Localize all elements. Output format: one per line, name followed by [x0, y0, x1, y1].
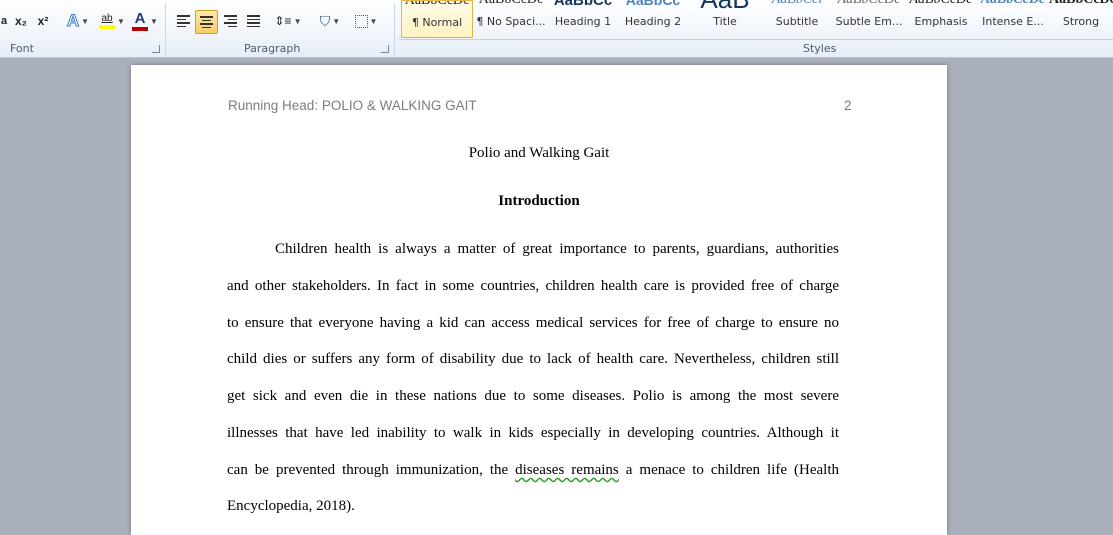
chevron-down-icon: ▼: [150, 16, 158, 26]
style-sample: AaBbCcl: [761, 0, 833, 8]
style-intense-emphasis[interactable]: AaBbCcDc Intense E...: [977, 0, 1049, 38]
paragraph-text: can be prevented through immunization, t…: [227, 462, 516, 478]
subscript-icon: x₂: [14, 14, 27, 28]
style-name: Intense E...: [982, 15, 1044, 28]
style-title[interactable]: AaB Title: [689, 0, 761, 38]
styles-group-label: Styles: [803, 42, 837, 55]
line-spacing-icon: ⇕≡: [274, 14, 292, 28]
subscript-button[interactable]: x₂: [12, 10, 30, 32]
paragraph-line[interactable]: child dies or suffers any form of disabi…: [227, 350, 839, 368]
highlighter-icon: ab: [99, 13, 116, 29]
text-effects-icon: A: [66, 11, 80, 31]
style-heading-1[interactable]: AaBbCc Heading 1: [547, 0, 619, 38]
group-divider: [394, 3, 395, 55]
style-sample: AaBbCc: [553, 0, 613, 9]
style-name: Strong: [1062, 15, 1100, 28]
style-emphasis[interactable]: AaBbCcDc Emphasis: [905, 0, 977, 38]
text-effects-button[interactable]: A ▼: [64, 10, 92, 32]
style-sample: AaBbCcDc: [905, 0, 977, 8]
shading-button[interactable]: ⛉ ▼: [314, 10, 346, 32]
style-name: Title: [713, 15, 737, 28]
style-sample: AaB: [689, 0, 761, 15]
font-color-button[interactable]: A ▼: [130, 10, 160, 32]
align-center-icon: [200, 16, 213, 28]
align-right-icon: [223, 15, 237, 27]
style-name: ¶ No Spaci...: [476, 15, 546, 28]
paragraph-group-label: Paragraph: [244, 42, 301, 55]
chevron-down-icon: ▼: [369, 16, 378, 26]
superscript-icon: x²: [37, 14, 49, 28]
paragraph-line[interactable]: Children health is always a matter of gr…: [275, 240, 839, 258]
align-left-button[interactable]: [173, 10, 193, 32]
style-name: Heading 2: [624, 15, 682, 28]
style-sample: AaBbCc: [625, 0, 681, 8]
style-name: Subtle Em...: [835, 15, 903, 28]
font-dialog-launcher[interactable]: [152, 45, 160, 53]
styles-gallery: AaBbCcDc ¶ Normal AaBbCcDc ¶ No Spaci...…: [399, 0, 1113, 40]
paragraph-line[interactable]: Encyclopedia, 2018).: [227, 497, 839, 515]
style-sample: AaBbCcDc: [404, 0, 470, 8]
style-heading-2[interactable]: AaBbCc Heading 2: [617, 0, 689, 38]
page-number[interactable]: 2: [844, 98, 852, 113]
line-spacing-button[interactable]: ⇕≡ ▼: [274, 10, 302, 32]
paragraph-line[interactable]: and other stakeholders. In fact in some …: [227, 277, 839, 295]
superscript-button[interactable]: x²: [34, 10, 52, 32]
paragraph-text: a menace to children life (Health: [618, 462, 839, 478]
style-sample: AaBbCcDc: [475, 0, 547, 8]
style-sample: AaBbCcDc: [977, 0, 1049, 8]
chevron-down-icon: ▼: [81, 16, 90, 26]
style-sample: AaBbCcDc: [833, 0, 905, 8]
paragraph-dialog-launcher[interactable]: [381, 45, 389, 53]
document-page[interactable]: Running Head: POLIO & WALKING GAIT 2 Pol…: [131, 65, 947, 535]
document-title[interactable]: Polio and Walking Gait: [131, 145, 947, 162]
style-subtle-emphasis[interactable]: AaBbCcDc Subtle Em...: [833, 0, 905, 38]
style-name: Subtitle: [775, 15, 819, 28]
paragraph-line[interactable]: get sick and even die in these nations d…: [227, 387, 839, 405]
running-head[interactable]: Running Head: POLIO & WALKING GAIT: [228, 98, 477, 113]
center-button[interactable]: [195, 10, 218, 34]
style-name: Emphasis: [914, 15, 968, 28]
paragraph-line[interactable]: can be prevented through immunization, t…: [227, 461, 839, 479]
style-name: Heading 1: [554, 15, 612, 28]
style-normal[interactable]: AaBbCcDc ¶ Normal: [401, 0, 473, 38]
borders-button[interactable]: ▼: [351, 10, 381, 32]
chevron-down-icon: ▼: [332, 16, 341, 26]
borders-icon: [354, 14, 368, 28]
group-divider: [165, 3, 166, 55]
style-subtitle[interactable]: AaBbCcl Subtitle: [761, 0, 833, 38]
chevron-down-icon: ▼: [117, 16, 125, 26]
paragraph-line[interactable]: to ensure that everyone having a kid can…: [227, 314, 839, 332]
section-heading[interactable]: Introduction: [131, 193, 947, 210]
style-strong[interactable]: AaBbCcDc Strong: [1049, 0, 1113, 38]
style-no-spacing[interactable]: AaBbCcDc ¶ No Spaci...: [475, 0, 547, 38]
paint-bucket-icon: ⛉: [319, 12, 331, 29]
style-name: ¶ Normal: [411, 16, 463, 29]
align-right-button[interactable]: [220, 10, 240, 32]
style-sample: AaBbCcDc: [1049, 0, 1113, 8]
font-color-icon: A: [132, 11, 149, 31]
justify-button[interactable]: [243, 10, 263, 32]
strikethrough-button[interactable]: a: [0, 10, 8, 32]
highlight-button[interactable]: ab ▼: [96, 10, 128, 32]
paragraph-line[interactable]: illnesses that have led inability to wal…: [227, 424, 839, 442]
font-group-label: Font: [10, 42, 34, 55]
chevron-down-icon: ▼: [293, 16, 302, 26]
align-left-icon: [176, 15, 190, 27]
justify-icon: [246, 15, 260, 27]
ribbon: a x₂ x² A ▼ ab ▼ A ▼ Font ⇕≡ ▼ ⛉ ▼ ▼ Par…: [0, 0, 1113, 58]
grammar-squiggle[interactable]: diseases remains: [515, 462, 619, 478]
